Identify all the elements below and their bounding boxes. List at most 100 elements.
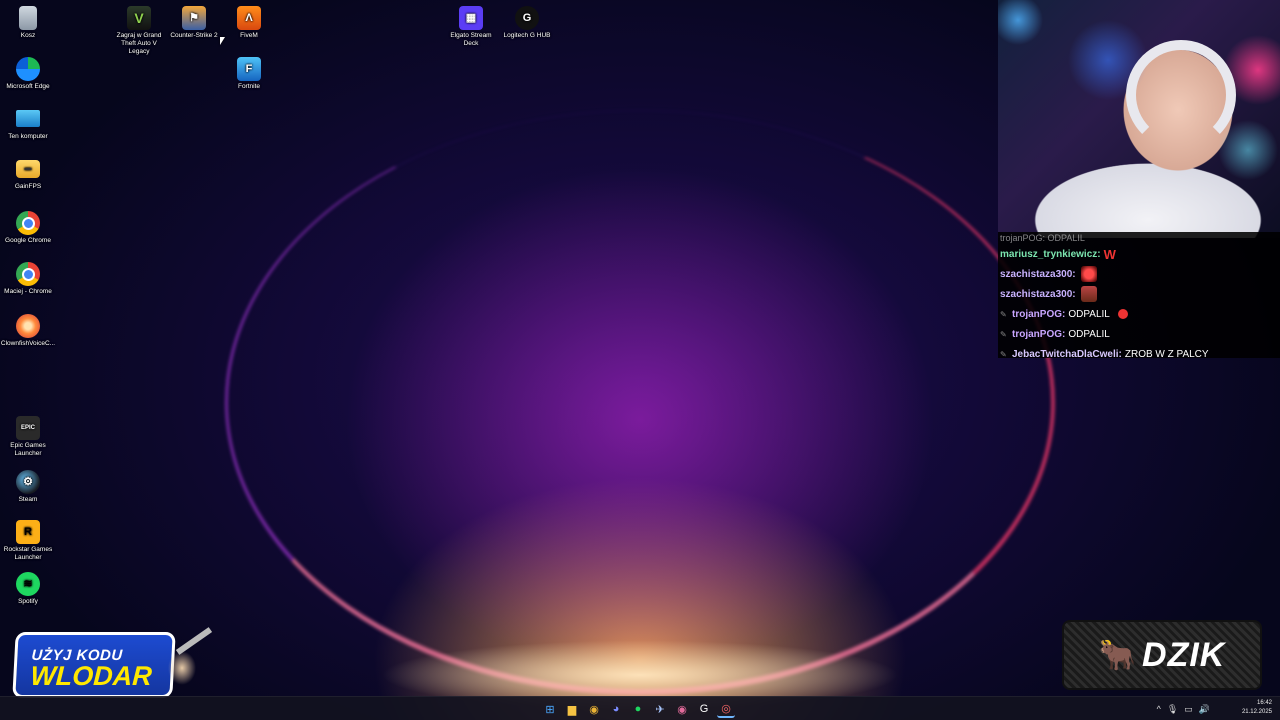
desktop-icon-label: Counter-Strike 2 xyxy=(170,32,218,39)
start-button[interactable]: ⊞ xyxy=(541,700,559,718)
microphone-icon[interactable]: 🎙 xyxy=(1167,704,1178,715)
clock-time: 16:42 xyxy=(1256,700,1272,706)
recycle-bin-icon xyxy=(19,6,37,30)
promo-code-banner: UŻYJ KODU WLODAR xyxy=(12,628,210,700)
desktop-icon-this-pc[interactable]: Ten komputer xyxy=(0,110,56,141)
chat-message: ✎ JebacTwitchaDlaCweli: ZROB W Z PALCY xyxy=(1000,344,1278,359)
spotify-taskbar-button[interactable]: ● xyxy=(629,700,647,718)
moderator-badge-icon: ✎ xyxy=(1000,329,1007,339)
webcam-overlay xyxy=(998,0,1280,238)
desktop-icon-stream-deck[interactable]: ▦ Elgato Stream Deck xyxy=(443,6,499,48)
desktop-icon-gainfps[interactable]: ▬ GainFPS xyxy=(0,160,56,191)
mouse-cursor-icon xyxy=(220,37,225,45)
desktop-icon-maciej-chrome[interactable]: Maciej - Chrome xyxy=(0,262,56,296)
desktop-icon-label: Microsoft Edge xyxy=(6,83,50,90)
desktop-icon-logitech-ghub[interactable]: G Logitech G HUB xyxy=(499,6,555,40)
folder-icon: ▬ xyxy=(16,160,40,178)
chat-username: trojanPOG: xyxy=(1012,328,1066,340)
chat-message-text: ODPALIL xyxy=(1068,328,1110,340)
logitech-taskbar-button[interactable]: G xyxy=(695,700,713,718)
network-icon[interactable]: ▭ xyxy=(1184,704,1193,715)
discord-taskbar-button[interactable]: ◕ xyxy=(607,700,625,718)
desktop-icon-label: GainFPS xyxy=(14,183,42,190)
epic-games-icon: EPIC xyxy=(16,416,40,440)
desktop-icon-label: Steam xyxy=(18,496,38,503)
taskbar-clock[interactable]: 16:42 21.12.2025 xyxy=(1216,699,1272,717)
chat-line-cut: trojanPOG: ODPALIL xyxy=(1000,232,1278,244)
chat-message: szachistaza300: xyxy=(1000,264,1278,284)
rockstar-icon: R xyxy=(16,520,40,544)
wallpaper-arc xyxy=(225,110,1055,695)
chat-message-text: trojanPOG: ODPALIL xyxy=(1000,233,1085,243)
chrome-profile-taskbar-button[interactable]: ◉ xyxy=(673,700,691,718)
bull-icon: 🐂 xyxy=(1098,638,1137,672)
desktop-icon-edge[interactable]: Microsoft Edge xyxy=(0,57,56,91)
gta-icon: V xyxy=(127,6,151,30)
desktop-icon-label: Elgato Stream Deck xyxy=(450,32,492,47)
stream-deck-icon: ▦ xyxy=(459,6,483,30)
file-explorer-button[interactable]: ▆ xyxy=(563,700,581,718)
chat-username: mariusz_trynkiewicz: xyxy=(1000,248,1101,260)
desktop-icon-recycle-bin[interactable]: Kosz xyxy=(0,6,56,40)
taskbar-apps: ⊞ ▆ ◉ ◕ ● ✈ ◉ G ◎ xyxy=(541,700,735,718)
emote-w: W xyxy=(1103,246,1116,262)
moderator-badge-icon: ✎ xyxy=(1000,349,1007,359)
chrome-icon xyxy=(16,262,40,286)
logitech-icon: G xyxy=(515,6,539,30)
clock-date: 21.12.2025 xyxy=(1241,709,1272,715)
taskbar: ⊞ ▆ ◉ ◕ ● ✈ ◉ G ◎ ^ 🎙 ▭ 🔊 16:42 21.12.20… xyxy=(0,696,1280,720)
desktop-icon-label: FiveM xyxy=(240,32,258,39)
chrome-icon xyxy=(16,211,40,235)
spotify-icon: ≋ xyxy=(16,572,40,596)
stream-chat-overlay: trojanPOG: ODPALIL mariusz_trynkiewicz: … xyxy=(998,232,1280,358)
mascot-figure xyxy=(154,628,210,698)
desktop-icon-fortnite[interactable]: F Fortnite xyxy=(221,57,277,91)
obs-taskbar-button[interactable]: ◎ xyxy=(717,700,735,718)
desktop-icon-clownfish[interactable]: ClownfishVoiceC... xyxy=(0,314,56,348)
chat-message: mariusz_trynkiewicz: W xyxy=(1000,244,1278,264)
desktop-icon-label: ClownfishVoiceC... xyxy=(0,340,56,347)
desktop-icon-steam[interactable]: ⚙ Steam xyxy=(0,470,56,504)
desktop-icon-label: Maciej - Chrome xyxy=(4,288,52,295)
desktop-icon-label: Epic Games Launcher xyxy=(10,442,46,457)
system-tray: ^ 🎙 ▭ 🔊 xyxy=(1157,701,1210,717)
tray-chevron-icon[interactable]: ^ xyxy=(1157,704,1161,714)
clownfish-icon xyxy=(16,314,40,338)
computer-icon xyxy=(16,110,40,127)
desktop-icon-label: Rockstar Games Launcher xyxy=(3,546,53,561)
brown-emote-icon xyxy=(1080,286,1097,302)
desktop-icon-counter-strike[interactable]: ⚑ Counter-Strike 2 xyxy=(166,6,222,40)
chat-message: szachistaza300: xyxy=(1000,284,1278,304)
chat-message: ✎ trojanPOG: ODPALIL xyxy=(1000,324,1278,344)
steam-taskbar-button[interactable]: ✈ xyxy=(651,700,669,718)
fortnite-icon: F xyxy=(237,57,261,81)
desktop-icon-fivem[interactable]: Λ FiveM xyxy=(221,6,277,40)
volume-icon[interactable]: 🔊 xyxy=(1199,704,1210,715)
desktop-icon-label: Logitech G HUB xyxy=(503,32,551,39)
headset-icon xyxy=(1126,40,1236,150)
chat-message-text: ODPALIL xyxy=(1068,308,1110,320)
chat-username: szachistaza300: xyxy=(1000,288,1076,300)
chrome-taskbar-button[interactable]: ◉ xyxy=(585,700,603,718)
chat-message-text: ZROB W Z PALCY xyxy=(1124,348,1209,359)
promo-box: UŻYJ KODU WLODAR xyxy=(12,632,176,698)
dot-emote-icon xyxy=(1117,309,1128,319)
steam-icon: ⚙ xyxy=(16,470,40,494)
desktop-icon-google-chrome[interactable]: Google Chrome xyxy=(0,211,56,245)
counter-strike-icon: ⚑ xyxy=(182,6,206,30)
desktop-icon-label: Fortnite xyxy=(237,83,261,90)
desktop-icon-label: Kosz xyxy=(20,32,36,39)
red-emote-icon xyxy=(1080,266,1097,282)
desktop-icon-rockstar[interactable]: R Rockstar Games Launcher xyxy=(0,520,56,562)
desktop-icon-label: Google Chrome xyxy=(5,237,51,244)
chat-username: szachistaza300: xyxy=(1000,268,1076,280)
desktop-icon-epic-games[interactable]: EPIC Epic Games Launcher xyxy=(0,416,56,458)
desktop-icon-gta-v[interactable]: V Zagraj w Grand Theft Auto V Legacy xyxy=(110,6,168,56)
desktop-icon-label: Ten komputer xyxy=(8,133,48,140)
chat-username: JebacTwitchaDlaCweli: xyxy=(1012,348,1122,359)
chat-message: ✎ trojanPOG: ODPALIL xyxy=(1000,304,1278,324)
desktop-icon-spotify[interactable]: ≋ Spotify xyxy=(0,572,56,606)
edge-icon xyxy=(16,57,40,81)
fivem-icon: Λ xyxy=(237,6,261,30)
sponsor-logo-text: DZIK xyxy=(1142,635,1226,674)
